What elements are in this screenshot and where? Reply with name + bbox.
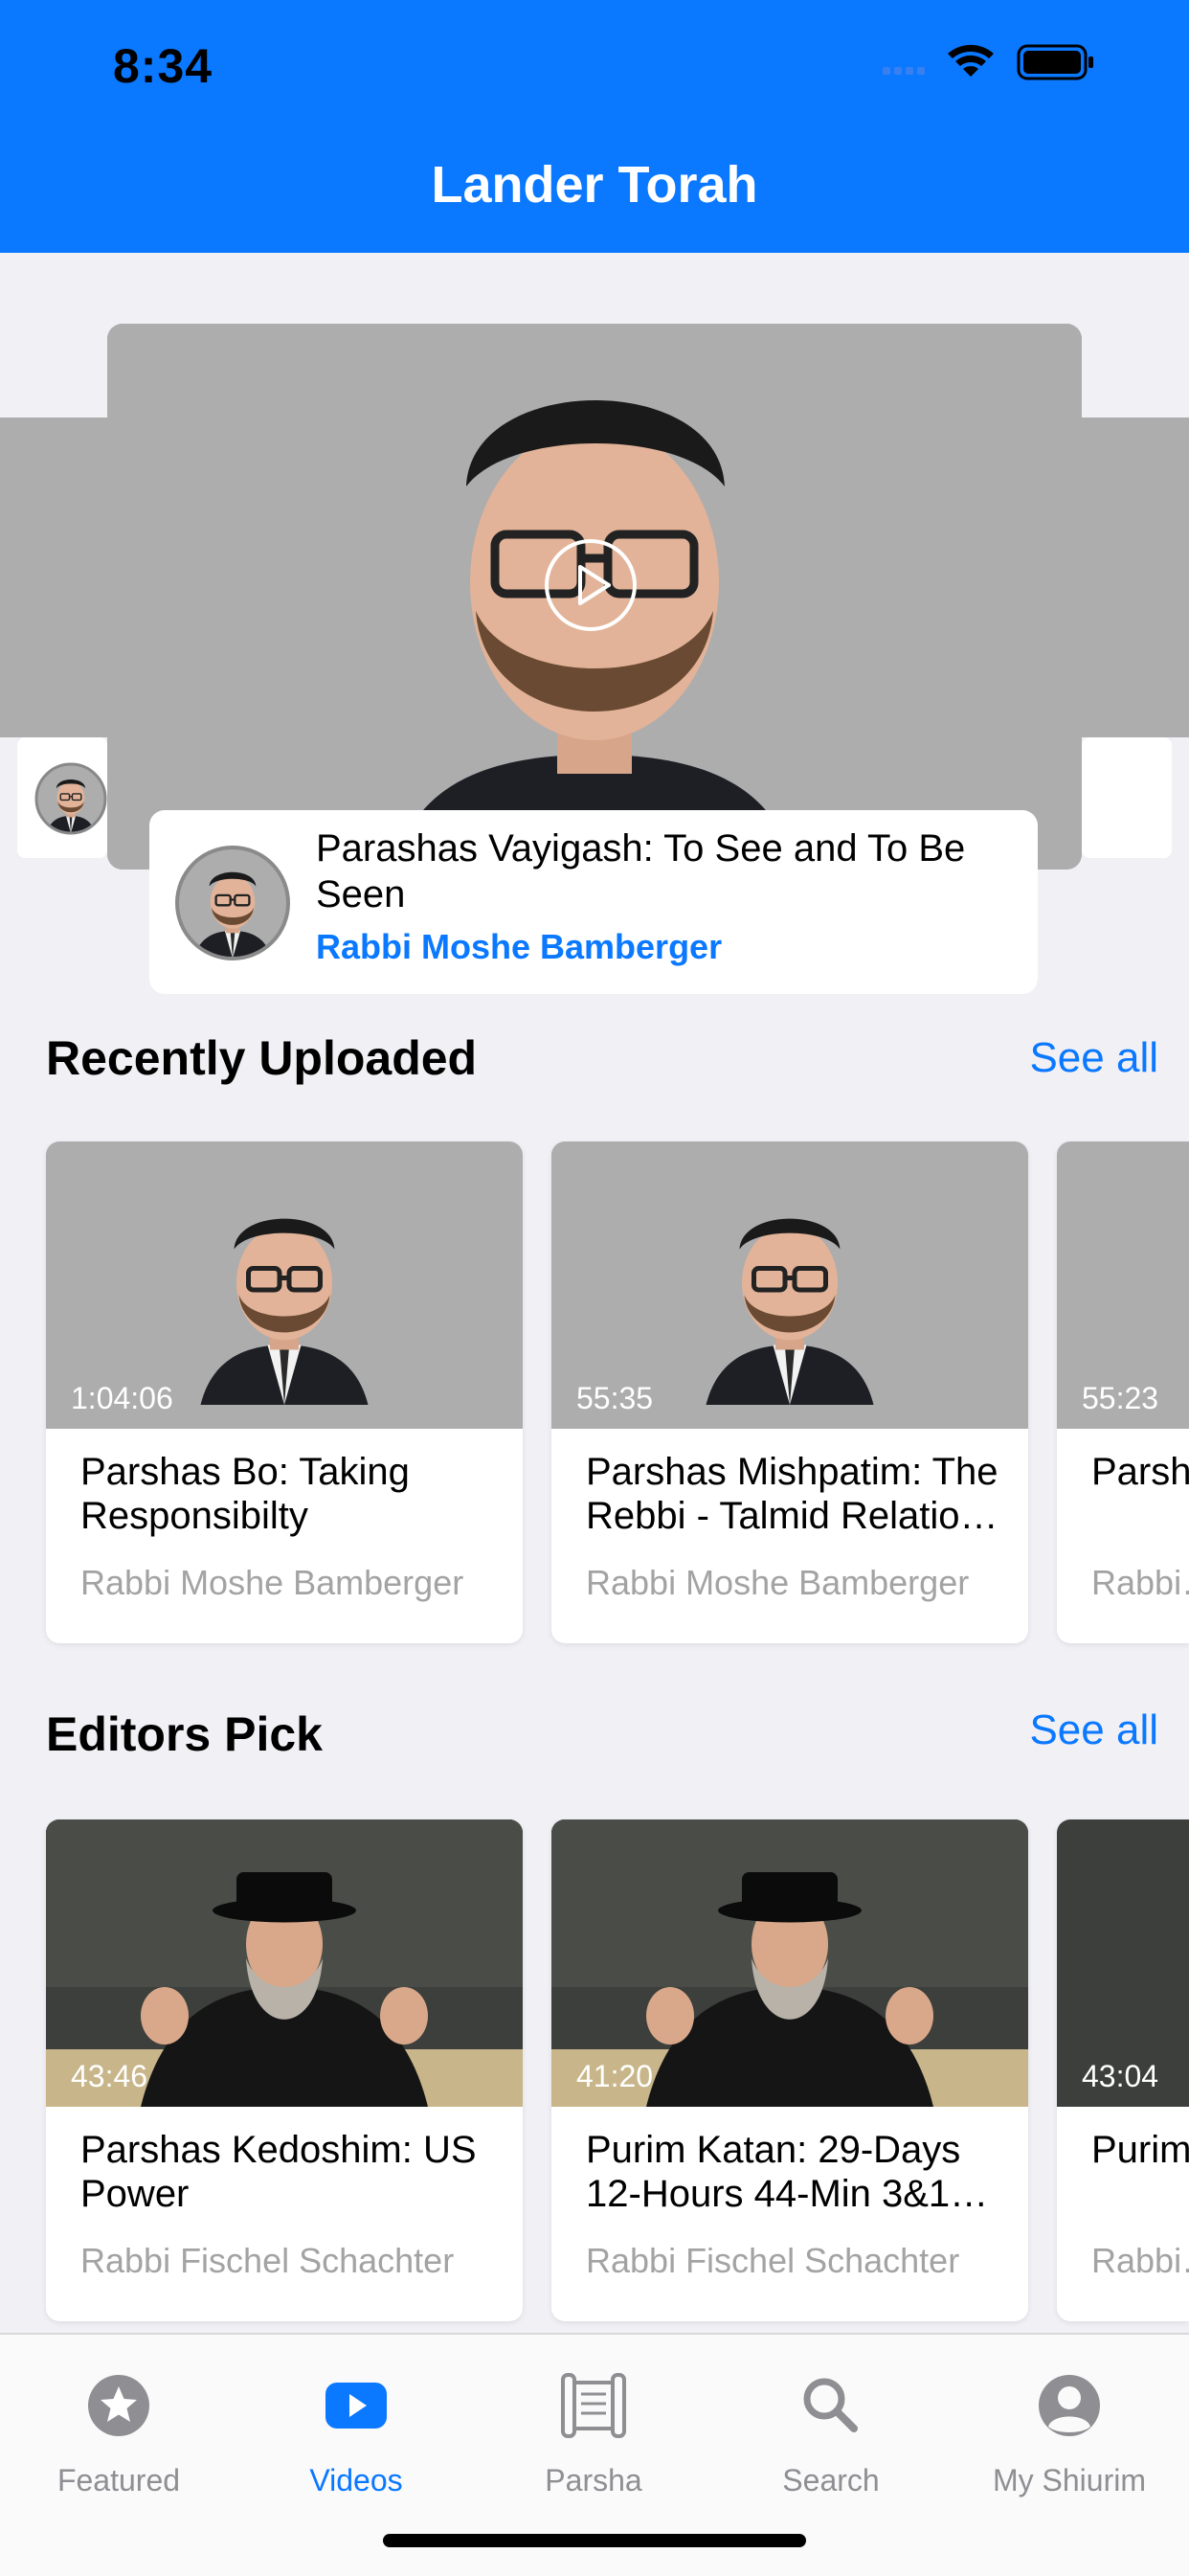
video-duration: 1:04:06 bbox=[71, 1381, 173, 1415]
search-icon bbox=[803, 2378, 858, 2432]
home-indicator[interactable] bbox=[383, 2534, 806, 2547]
video-card[interactable]: 1:04:06 Parshas Bo: Taking Responsibilty… bbox=[46, 1141, 523, 1643]
video-duration: 55:35 bbox=[576, 1381, 654, 1415]
video-card[interactable]: 55:23 Parsh… it Dow… Rabbi… bbox=[1057, 1141, 1189, 1643]
video-play-icon bbox=[325, 2383, 387, 2429]
video-speaker: Rabbi… bbox=[1091, 2241, 1189, 2280]
video-speaker: Rabbi Fischel Schachter bbox=[80, 2241, 455, 2280]
hero-speaker-avatar bbox=[175, 846, 290, 960]
star-icon bbox=[88, 2375, 149, 2436]
video-card[interactable]: 43:46 Parshas Kedoshim: US Power Rabbi F… bbox=[46, 1819, 523, 2321]
play-icon[interactable] bbox=[544, 538, 638, 632]
status-icons bbox=[883, 42, 1132, 84]
video-duration: 43:46 bbox=[71, 2059, 148, 2093]
video-speaker: Rabbi Moshe Bamberger bbox=[80, 1563, 464, 1602]
video-speaker: Rabbi Moshe Bamberger bbox=[586, 1563, 970, 1602]
tab-label: Parsha bbox=[545, 2463, 642, 2497]
profile-icon bbox=[1039, 2375, 1100, 2436]
tab-label: Search bbox=[782, 2463, 880, 2497]
signal-icon bbox=[883, 67, 925, 75]
tab-featured[interactable]: Featured bbox=[0, 2358, 237, 2511]
carousel-next-card[interactable] bbox=[1082, 418, 1189, 737]
status-time: 8:34 bbox=[113, 39, 213, 93]
app-title: Lander Torah bbox=[431, 156, 758, 214]
video-card[interactable]: 41:20 Purim Katan: 29-Days 12-Hours 44-M… bbox=[551, 1819, 1028, 2321]
carousel-prev-card[interactable] bbox=[0, 418, 107, 737]
app-header: 8:34 Lander Torah bbox=[0, 0, 1189, 253]
tab-label: Featured bbox=[56, 2463, 181, 2497]
video-duration: 41:20 bbox=[576, 2059, 654, 2093]
video-card[interactable]: 55:35 Parshas Mishpatim: The Rebbi - Tal… bbox=[551, 1141, 1028, 1643]
video-duration: 43:04 bbox=[1082, 2059, 1159, 2093]
carousel-prev-info bbox=[17, 737, 107, 858]
video-card[interactable]: 43:04 Purim… Rabbi… bbox=[1057, 1819, 1189, 2321]
tab-parsha[interactable]: Parsha bbox=[475, 2358, 712, 2511]
tab-label: Videos bbox=[309, 2463, 403, 2497]
see-all-editors-pick[interactable]: See all bbox=[1029, 1706, 1158, 1754]
scroll-icon bbox=[561, 2373, 626, 2438]
video-duration: 55:23 bbox=[1082, 1381, 1159, 1415]
hero-info-card[interactable]: Parashas Vayigash: To See and To Be Seen… bbox=[149, 810, 1038, 994]
video-title: Purim… bbox=[1091, 2129, 1189, 2171]
video-title: Parshas Kedoshim: US Power bbox=[80, 2129, 477, 2215]
carousel-next-info bbox=[1082, 737, 1172, 858]
video-title: Parshas Mishpatim: The Rebbi - Talmid Re… bbox=[586, 1451, 998, 1537]
tab-search[interactable]: Search bbox=[712, 2358, 950, 2511]
see-all-recently-uploaded[interactable]: See all bbox=[1029, 1034, 1158, 1082]
video-title: Purim Katan: 29-Days 12-Hours 44-Min 3&1… bbox=[586, 2129, 989, 2215]
wifi-icon bbox=[948, 44, 994, 77]
tab-videos[interactable]: Videos bbox=[237, 2358, 475, 2511]
hero-speaker[interactable]: Rabbi Moshe Bamberger bbox=[316, 927, 722, 967]
section-title-editors-pick: Editors Pick bbox=[46, 1707, 323, 1761]
video-title: Parsh… it Dow… bbox=[1091, 1451, 1189, 1493]
battery-icon bbox=[1017, 44, 1093, 80]
video-speaker: Rabbi… bbox=[1091, 1563, 1189, 1602]
tab-label: My Shiurim bbox=[992, 2463, 1146, 2497]
prev-speaker-avatar bbox=[34, 762, 107, 835]
tab-my-shiurim[interactable]: My Shiurim bbox=[950, 2358, 1189, 2511]
video-speaker: Rabbi Fischel Schachter bbox=[586, 2241, 960, 2280]
section-title-recently-uploaded: Recently Uploaded bbox=[46, 1031, 478, 1085]
hero-title: Parashas Vayigash: To See and To Be Seen bbox=[316, 827, 966, 915]
video-title: Parshas Bo: Taking Responsibilty bbox=[80, 1451, 410, 1537]
